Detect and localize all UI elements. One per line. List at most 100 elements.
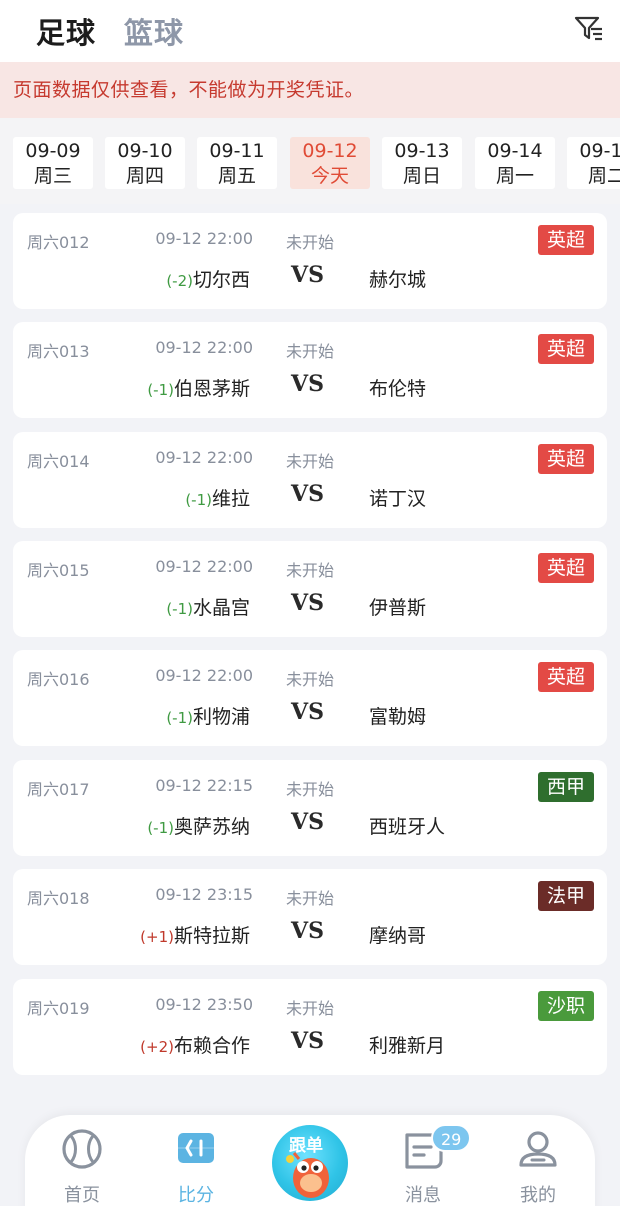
vs-label: VS: [291, 918, 324, 944]
match-time: 09-12 22:00: [155, 338, 253, 357]
date-item[interactable]: 09-10 周四: [105, 137, 185, 189]
nav-profile[interactable]: 我的: [503, 1127, 573, 1206]
vs-label: VS: [291, 262, 324, 288]
match-card[interactable]: 周六012 09-12 22:00 未开始 英超 (-2)切尔西 VS 赫尔城: [13, 213, 607, 309]
match-code: 周六019: [27, 999, 90, 1018]
home-team: (-1)利物浦: [166, 702, 250, 729]
date-item[interactable]: 09-14 周一: [475, 137, 555, 189]
match-status: 未开始: [286, 999, 335, 1018]
weekday-label: 周三: [33, 165, 72, 187]
home-team-name: 斯特拉斯: [173, 925, 250, 947]
football-icon: [62, 1129, 102, 1169]
message-count-badge: 29: [431, 1124, 472, 1152]
match-status: 未开始: [286, 670, 335, 689]
match-time: 09-12 22:00: [155, 666, 253, 685]
date-item-selected[interactable]: 09-12 今天: [290, 137, 370, 189]
nav-label: 消息: [405, 1185, 441, 1206]
handicap: (-1): [147, 819, 174, 837]
away-team: 诺丁汉: [369, 488, 427, 510]
home-team-name: 布赖合作: [173, 1035, 250, 1057]
date-selector: 09-09 周三 09-10 周四 09-11 周五 09-12 今天 09-1…: [0, 118, 620, 204]
nav-score[interactable]: 比分: [161, 1127, 231, 1206]
weekday-label: 周一: [495, 165, 534, 187]
home-team: (-1)维拉: [185, 484, 250, 511]
away-team: 伊普斯: [369, 597, 427, 619]
date-label: 09-12: [302, 140, 358, 162]
match-card[interactable]: 周六013 09-12 22:00 未开始 英超 (-1)伯恩茅斯 VS 布伦特: [13, 322, 607, 418]
match-card[interactable]: 周六018 09-12 23:15 未开始 法甲 (+1)斯特拉斯 VS 摩纳哥: [13, 869, 607, 965]
filter-list-icon[interactable]: [574, 15, 604, 43]
date-label: 09-13: [394, 140, 450, 162]
match-code: 周六016: [27, 670, 90, 689]
date-item[interactable]: 09-09 周三: [13, 137, 93, 189]
league-badge: 英超: [537, 444, 594, 474]
date-item[interactable]: 09-11 周五: [197, 137, 277, 189]
home-team-name: 维拉: [211, 488, 250, 510]
match-status: 未开始: [286, 452, 335, 471]
weekday-label: 周日: [402, 165, 441, 187]
vs-label: VS: [291, 1028, 324, 1054]
away-team: 西班牙人: [369, 816, 446, 838]
handicap: (-1): [166, 600, 193, 618]
vs-label: VS: [291, 590, 324, 616]
away-team: 利雅新月: [369, 1035, 446, 1057]
match-status: 未开始: [286, 780, 335, 799]
handicap: (-2): [166, 272, 193, 290]
away-team: 赫尔城: [369, 269, 427, 291]
match-time: 09-12 23:50: [155, 995, 253, 1014]
home-team: (+1)斯特拉斯: [140, 921, 250, 948]
home-team: (-1)水晶宫: [166, 593, 250, 620]
date-label: 09-15: [579, 140, 620, 162]
home-team-name: 伯恩茅斯: [173, 378, 250, 400]
nav-label: 首页: [64, 1185, 100, 1206]
match-code: 周六014: [27, 452, 90, 471]
match-card[interactable]: 周六019 09-12 23:50 未开始 沙职 (+2)布赖合作 VS 利雅新…: [13, 979, 607, 1075]
match-card[interactable]: 周六017 09-12 22:15 未开始 西甲 (-1)奥萨苏纳 VS 西班牙…: [13, 760, 607, 856]
home-team-name: 奥萨苏纳: [173, 816, 250, 838]
match-code: 周六018: [27, 889, 90, 908]
home-team-name: 切尔西: [192, 269, 250, 291]
nav-label: 我的: [520, 1185, 556, 1206]
vs-label: VS: [291, 481, 324, 507]
home-team-name: 利物浦: [192, 706, 250, 728]
away-team: 布伦特: [369, 378, 427, 400]
date-label: 09-11: [209, 140, 265, 162]
date-label: 09-09: [25, 140, 81, 162]
home-team: (-1)伯恩茅斯: [147, 374, 250, 401]
home-team: (-2)切尔西: [166, 265, 250, 292]
nav-follow[interactable]: 跟单: [272, 1125, 348, 1201]
disclaimer-notice: 页面数据仅供查看，不能做为开奖凭证。: [0, 62, 620, 118]
match-card[interactable]: 周六014 09-12 22:00 未开始 英超 (-1)维拉 VS 诺丁汉: [13, 432, 607, 528]
score-icon: [178, 1133, 214, 1163]
league-badge: 英超: [537, 662, 594, 692]
away-team: 富勒姆: [369, 706, 427, 728]
tab-football[interactable]: 足球: [36, 10, 96, 52]
match-status: 未开始: [286, 342, 335, 361]
match-time: 09-12 23:15: [155, 885, 253, 904]
handicap: (-1): [147, 381, 174, 399]
league-badge: 沙职: [537, 991, 594, 1021]
handicap: (-1): [166, 709, 193, 727]
league-badge: 英超: [537, 334, 594, 364]
weekday-label: 周二: [587, 165, 620, 187]
date-item[interactable]: 09-13 周日: [382, 137, 462, 189]
top-bar: 足球 篮球: [0, 0, 620, 62]
vs-label: VS: [291, 699, 324, 725]
away-team: 摩纳哥: [369, 925, 427, 947]
weekday-label: 周四: [125, 165, 164, 187]
vs-label: VS: [291, 371, 324, 397]
handicap: (+2): [140, 1038, 174, 1056]
home-team-name: 水晶宫: [192, 597, 250, 619]
nav-home[interactable]: 首页: [47, 1127, 117, 1206]
league-badge: 西甲: [537, 772, 594, 802]
match-time: 09-12 22:00: [155, 229, 253, 248]
match-time: 09-12 22:15: [155, 776, 253, 795]
match-card[interactable]: 周六015 09-12 22:00 未开始 英超 (-1)水晶宫 VS 伊普斯: [13, 541, 607, 637]
tab-basketball[interactable]: 篮球: [124, 10, 184, 52]
match-card[interactable]: 周六016 09-12 22:00 未开始 英超 (-1)利物浦 VS 富勒姆: [13, 650, 607, 746]
league-badge: 英超: [537, 225, 594, 255]
match-code: 周六015: [27, 561, 90, 580]
date-item[interactable]: 09-15 周二: [567, 137, 620, 189]
weekday-label: 今天: [310, 165, 349, 187]
date-label: 09-14: [487, 140, 543, 162]
